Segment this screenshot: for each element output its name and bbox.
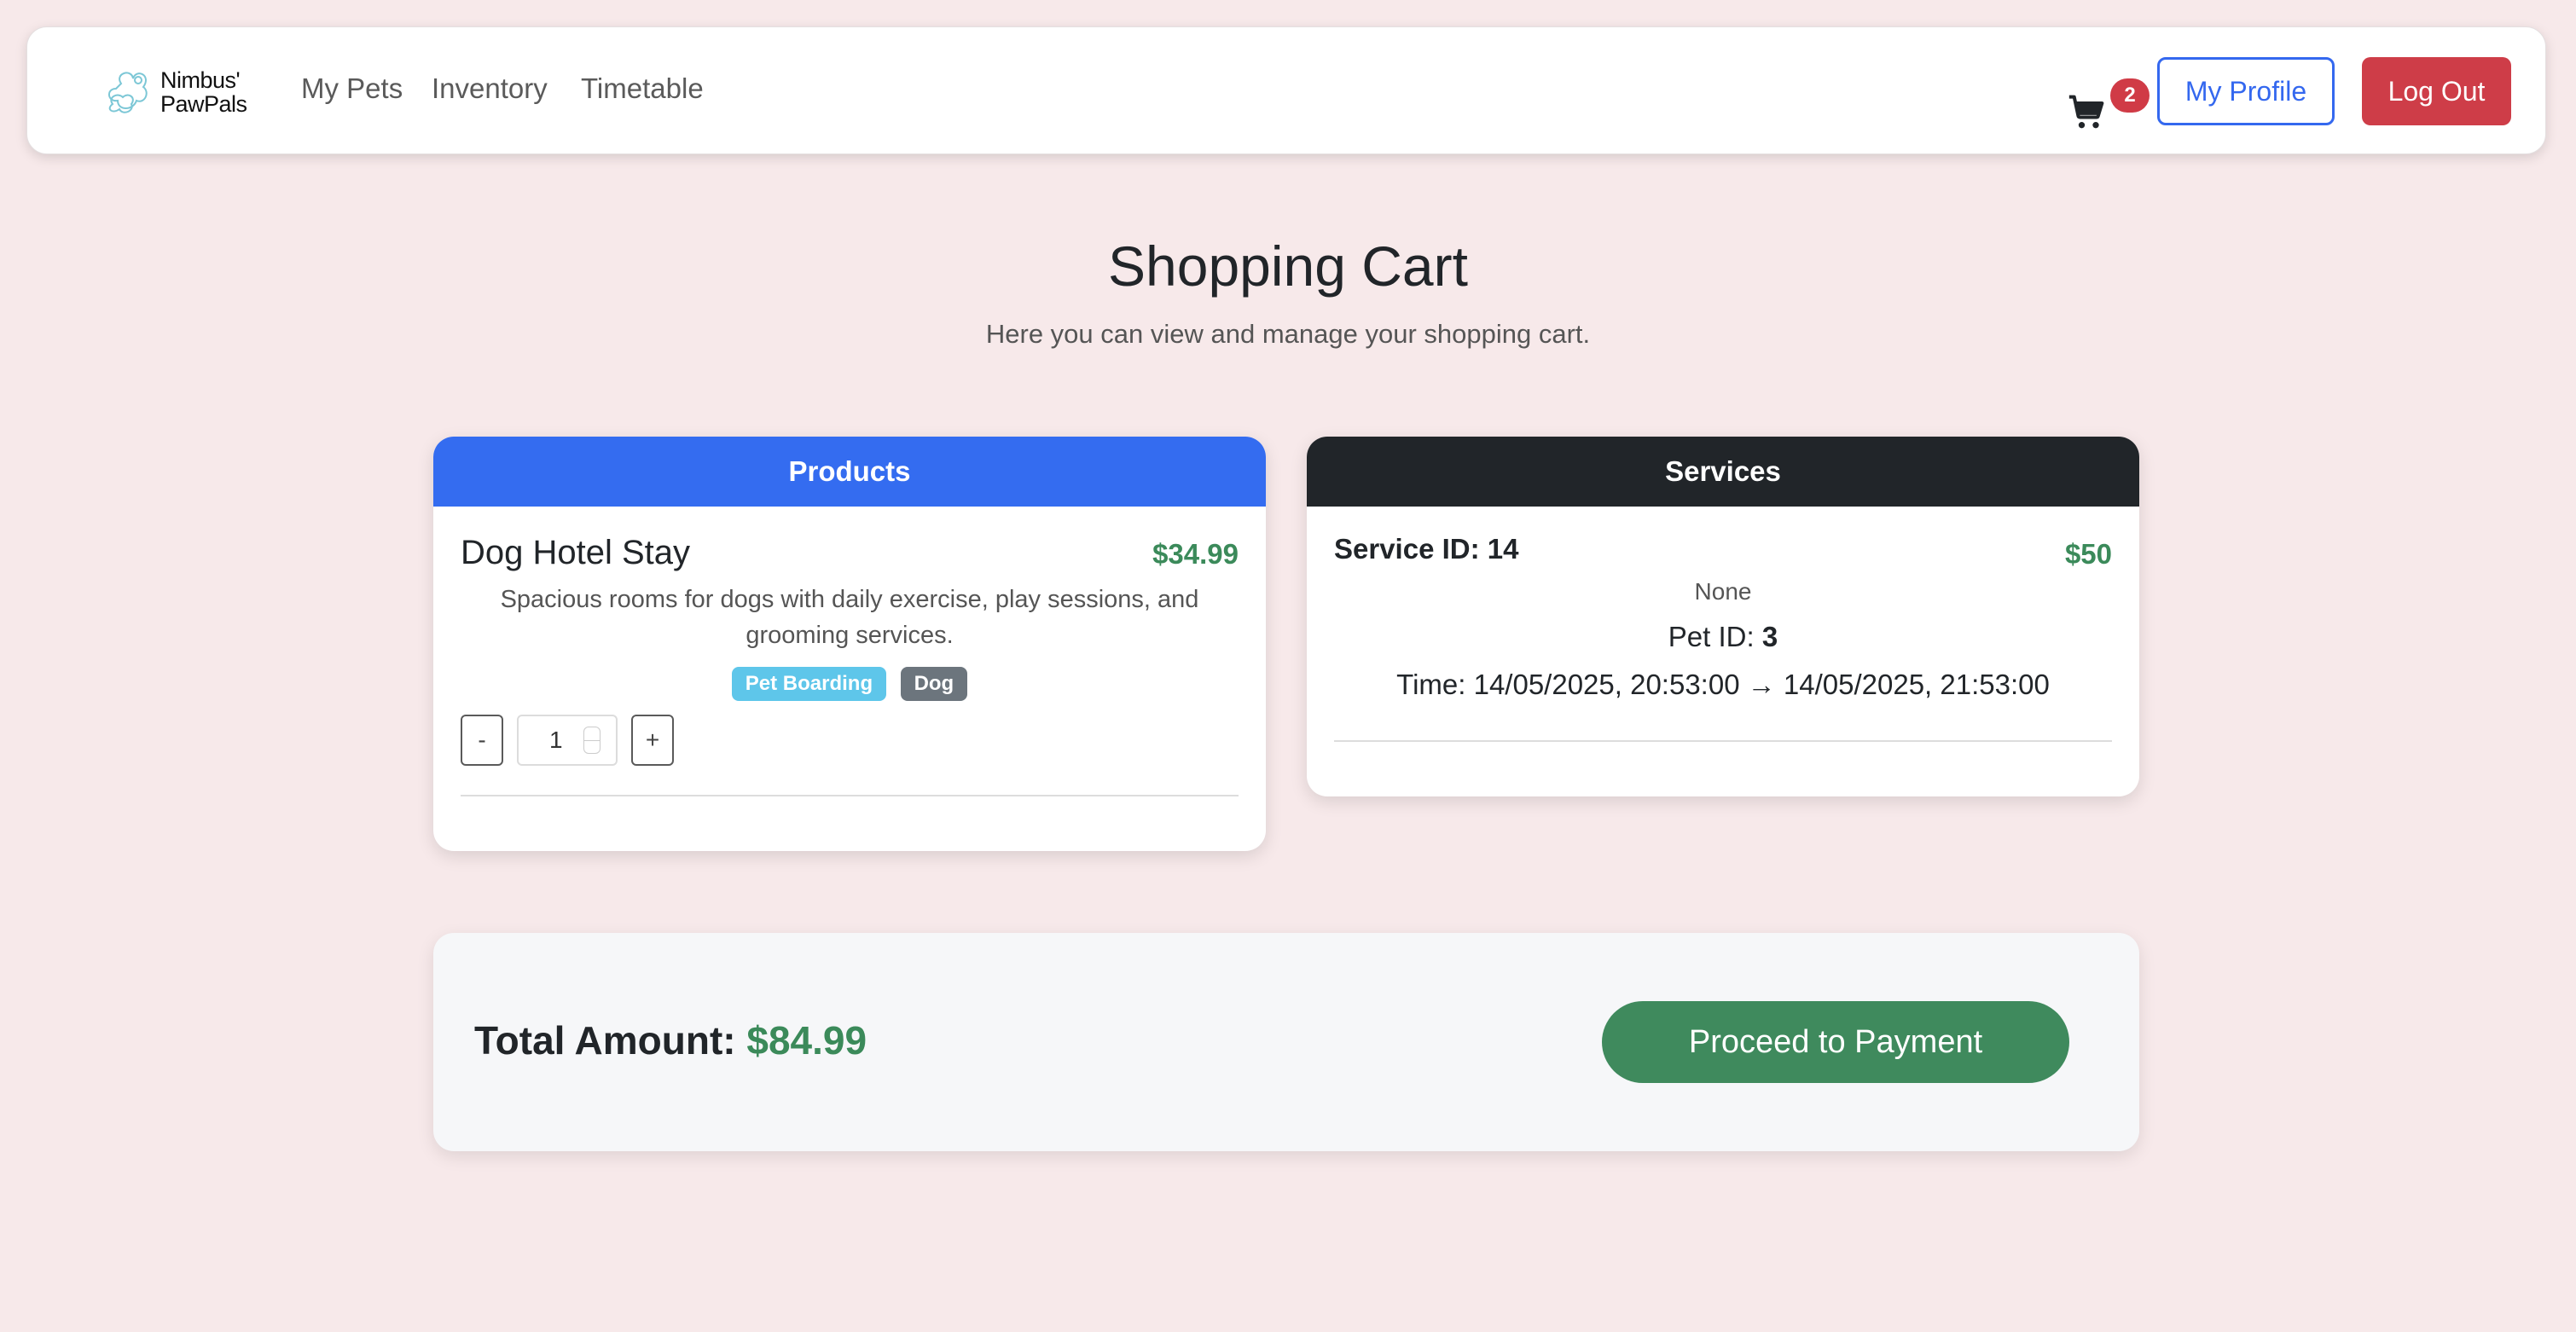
nav-link-inventory[interactable]: Inventory <box>432 72 548 106</box>
total-value: $84.99 <box>746 1018 867 1063</box>
products-header: Products <box>433 437 1266 507</box>
service-description: None <box>1694 578 1752 605</box>
decrease-quantity-button[interactable]: - <box>461 715 503 766</box>
product-tags: Pet Boarding Dog <box>433 667 1266 701</box>
service-price: $50 <box>2064 538 2112 570</box>
product-name: Dog Hotel Stay <box>461 534 691 571</box>
nav-link-timetable[interactable]: Timetable <box>581 72 704 106</box>
quantity-spinner[interactable] <box>583 727 600 754</box>
products-card: Products Dog Hotel Stay $34.99 Spacious … <box>433 437 1266 851</box>
increase-quantity-button[interactable]: + <box>631 715 674 766</box>
cart-button[interactable]: 2 <box>2066 68 2151 136</box>
service-id: Service ID: 14 <box>1334 533 1519 565</box>
service-pet-label: Pet ID: <box>1668 621 1762 652</box>
product-divider <box>461 795 1239 796</box>
brand-logo[interactable]: Nimbus' PawPals <box>102 67 281 143</box>
product-description: Spacious rooms for dogs with daily exerc… <box>500 586 1199 649</box>
proceed-to-payment-button[interactable]: Proceed to Payment <box>1602 1001 2069 1083</box>
service-divider <box>1334 740 2112 742</box>
page-title: Shopping Cart <box>1108 235 1468 298</box>
quantity-value: 1 <box>549 727 563 753</box>
nav-link-my-pets[interactable]: My Pets <box>301 72 403 106</box>
total-amount: Total Amount: $84.99 <box>474 1016 867 1064</box>
tag-dog: Dog <box>900 667 968 701</box>
services-header: Services <box>1307 437 2139 507</box>
tag-pet-boarding: Pet Boarding <box>731 667 887 701</box>
brand-name-line1: Nimbus' <box>160 67 241 93</box>
product-price: $34.99 <box>1152 538 1239 570</box>
cart-count-badge: 2 <box>2110 78 2150 113</box>
services-card: Services Service ID: 14 $50 None Pet ID:… <box>1307 437 2139 796</box>
cart-icon <box>2068 95 2104 129</box>
quantity-input[interactable]: 1 <box>517 715 618 766</box>
total-label: Total Amount: <box>474 1018 747 1063</box>
service-time: Time: 14/05/2025, 20:53:00 → 14/05/2025,… <box>1396 669 2050 700</box>
log-out-button[interactable]: Log Out <box>2362 57 2511 125</box>
page-subtitle: Here you can view and manage your shoppi… <box>985 319 1591 349</box>
my-profile-button[interactable]: My Profile <box>2157 57 2335 125</box>
paw-logo-icon <box>108 72 148 113</box>
brand-name: Nimbus' PawPals <box>160 68 247 116</box>
total-summary: Total Amount: $84.99 Proceed to Payment <box>433 933 2139 1151</box>
service-pet: Pet ID: 3 <box>1307 619 2139 655</box>
navbar: Nimbus' PawPals My Pets Inventory Timeta… <box>26 26 2546 154</box>
brand-name-line2: PawPals <box>160 91 247 117</box>
service-pet-id: 3 <box>1761 621 1778 652</box>
